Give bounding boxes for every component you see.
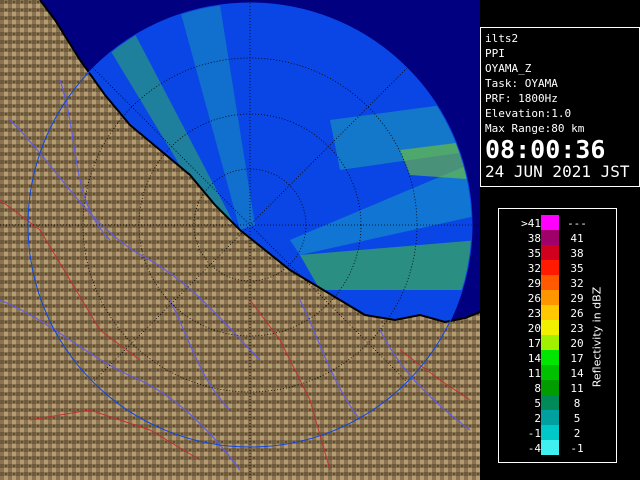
legend-high-value: -1 — [570, 442, 584, 455]
legend-swatch — [541, 260, 559, 275]
legend-swatch — [541, 230, 559, 245]
date-display: 24 JUN 2021 JST — [485, 162, 630, 181]
info-panel: ilts2 PPI OYAMA_Z Task: OYAMA PRF: 1800H… — [480, 27, 640, 187]
legend-title: Reflectivity in dBZ — [588, 268, 606, 406]
legend-swatch — [541, 245, 559, 260]
legend-swatch — [541, 410, 559, 425]
legend-title-text: Reflectivity in dBZ — [590, 286, 604, 388]
legend-swatch — [541, 275, 559, 290]
max-range: Max Range:80 km — [485, 122, 585, 135]
legend-row: -4 -1 — [499, 440, 616, 458]
elevation: Elevation:1.0 — [485, 107, 572, 120]
radar-ppi-map — [0, 0, 480, 480]
scan-type: PPI — [485, 47, 505, 60]
legend-swatch — [541, 335, 559, 350]
legend-swatch — [541, 365, 559, 380]
legend-swatch — [541, 290, 559, 305]
time-display: 08:00:36 — [485, 135, 606, 164]
legend-swatch — [541, 440, 559, 455]
prf: PRF: 1800Hz — [485, 92, 558, 105]
legend-swatch — [541, 350, 559, 365]
legend-swatch — [541, 380, 559, 395]
legend-swatch — [541, 320, 559, 335]
legend-swatch — [541, 425, 559, 440]
legend-swatch — [541, 215, 559, 230]
legend-low-value: -4 — [527, 442, 541, 455]
task-name: Task: OYAMA — [485, 77, 558, 90]
radar-id: ilts2 — [485, 32, 519, 45]
legend-swatch — [541, 395, 559, 410]
product-name: OYAMA_Z — [485, 62, 532, 75]
legend-swatch — [541, 305, 559, 320]
